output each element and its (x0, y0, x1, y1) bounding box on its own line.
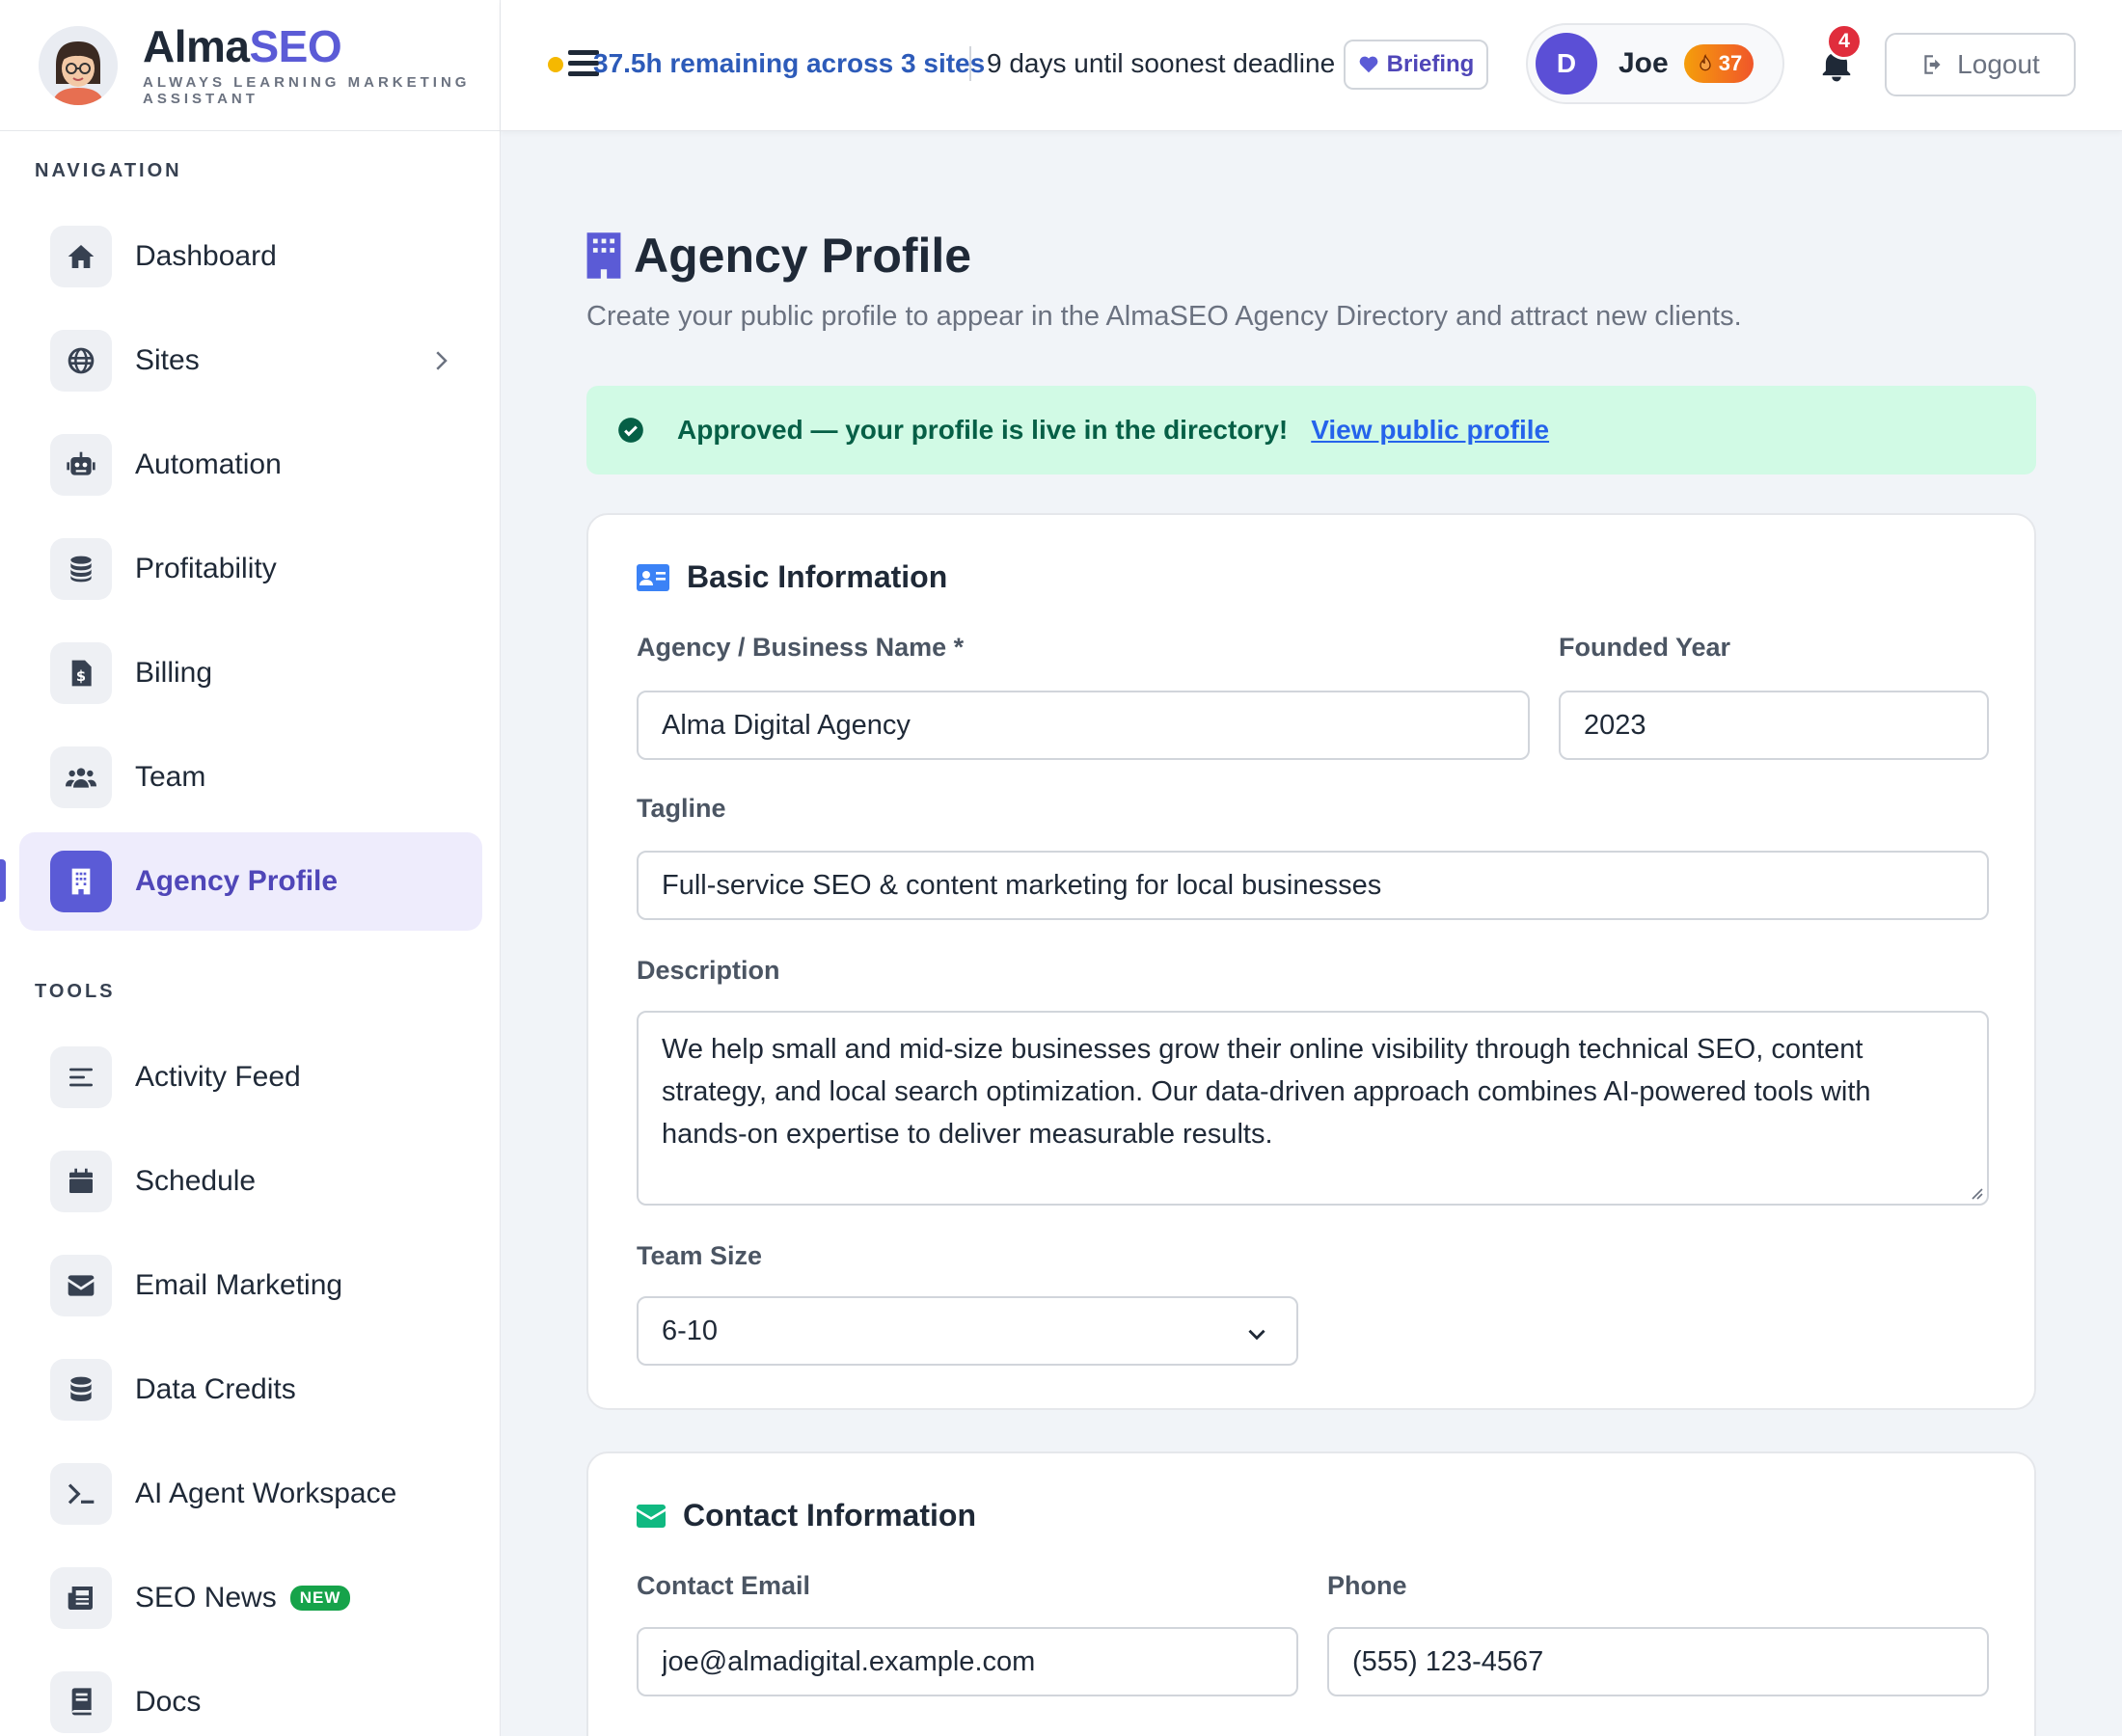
avatar: D (1536, 33, 1597, 95)
tools-section-label: TOOLS (35, 981, 116, 1002)
sidebar-item-label: Activity Feed (135, 1061, 301, 1093)
sidebar-item-label: Agency Profile (135, 865, 339, 897)
view-public-profile-link[interactable]: View public profile (1311, 415, 1549, 446)
new-badge: NEW (289, 1586, 351, 1611)
card-title: Basic Information (637, 559, 947, 595)
resize-handle-icon[interactable] (1968, 1184, 1983, 1200)
brand-tagline: ALWAYS LEARNING MARKETING ASSISTANT (143, 73, 471, 107)
coins-icon (50, 538, 112, 600)
invoice-icon: $ (50, 642, 112, 704)
sidebar-item-label: Automation (135, 448, 282, 480)
team-size-label: Team Size (637, 1241, 763, 1270)
phone-input[interactable] (1327, 1627, 1989, 1696)
envelope-icon (50, 1255, 112, 1316)
heart-pulse-icon (1359, 56, 1378, 73)
sidebar-item-agency-profile[interactable]: Agency Profile (19, 832, 482, 931)
terminal-icon (50, 1463, 112, 1525)
approval-alert: Approved — your profile is live in the d… (586, 386, 2036, 475)
svg-text:$: $ (76, 668, 86, 685)
alert-message: Approved — your profile is live in the d… (677, 415, 1289, 445)
flame-icon (1700, 54, 1711, 71)
sidebar-item-label: Profitability (135, 553, 277, 584)
active-indicator (0, 859, 6, 902)
page-title: Agency Profile (585, 228, 971, 284)
sidebar-item-label: Email Marketing (135, 1269, 343, 1301)
users-icon (50, 746, 112, 808)
tagline-input[interactable] (637, 851, 1989, 920)
logout-button[interactable]: Logout (1885, 33, 2076, 96)
building-icon (50, 851, 112, 912)
tagline-label: Tagline (637, 794, 726, 823)
brand-name: AlmaSEO (143, 20, 342, 71)
brand[interactable]: AlmaSEO ALWAYS LEARNING MARKETING ASSIST… (0, 0, 500, 131)
sidebar-item-label: Data Credits (135, 1373, 296, 1405)
sidebar-item-label: Dashboard (135, 240, 277, 272)
founded-year-input[interactable] (1559, 691, 1989, 760)
sidebar-item-schedule[interactable]: Schedule (19, 1132, 482, 1231)
building-icon (586, 232, 621, 279)
status-dot-icon (548, 57, 563, 72)
contact-email-input[interactable] (637, 1627, 1298, 1696)
id-card-icon (637, 563, 669, 591)
sidebar-item-label: Billing (135, 657, 213, 689)
sidebar-item-email-marketing[interactable]: Email Marketing (19, 1236, 482, 1335)
founded-year-label: Founded Year (1559, 633, 1731, 662)
deadline-text: 9 days until soonest deadline (987, 48, 1336, 78)
sidebar-item-label: AI Agent Workspace (135, 1478, 397, 1509)
sidebar: AlmaSEO ALWAYS LEARNING MARKETING ASSIST… (0, 0, 501, 1736)
chevron-right-icon[interactable] (426, 346, 455, 375)
sidebar-item-activity-feed[interactable]: Activity Feed (19, 1028, 482, 1126)
newspaper-icon (50, 1567, 112, 1629)
notification-count-badge: 4 (1826, 23, 1863, 60)
home-icon (50, 226, 112, 287)
envelope-icon (637, 1504, 666, 1528)
contact-information-card: Contact Information Contact Email Phone (586, 1451, 2036, 1736)
sidebar-item-label: SEO News (135, 1582, 277, 1614)
user-menu[interactable]: D Joe 37 (1526, 23, 1784, 104)
hours-remaining[interactable]: 37.5h remaining across 3 sites (593, 48, 985, 79)
logout-icon (1924, 55, 1941, 74)
sidebar-item-team[interactable]: Team (19, 728, 482, 827)
nav-section-label: NAVIGATION (35, 160, 182, 181)
page-subtitle: Create your public profile to appear in … (586, 301, 1742, 332)
user-name: Joe (1619, 47, 1669, 79)
sidebar-item-automation[interactable]: Automation (19, 416, 482, 514)
check-circle-icon (618, 418, 643, 443)
book-icon (50, 1671, 112, 1733)
sidebar-item-data-credits[interactable]: Data Credits (19, 1341, 482, 1439)
description-label: Description (637, 956, 780, 985)
database-icon (50, 1359, 112, 1421)
sidebar-item-ai-agent-workspace[interactable]: AI Agent Workspace (19, 1445, 482, 1543)
divider (969, 46, 971, 81)
agency-name-input[interactable] (637, 691, 1530, 760)
sidebar-item-docs[interactable]: Docs (19, 1653, 482, 1736)
sidebar-item-label: Schedule (135, 1165, 257, 1197)
sidebar-item-sites[interactable]: Sites (19, 312, 482, 410)
globe-icon (50, 330, 112, 392)
basic-information-card: Basic Information Agency / Business Name… (586, 513, 2036, 1410)
briefing-button[interactable]: Briefing (1344, 40, 1488, 90)
contact-email-label: Contact Email (637, 1571, 811, 1600)
list-icon (50, 1046, 112, 1108)
sidebar-item-billing[interactable]: $ Billing (19, 624, 482, 722)
top-bar: 37.5h remaining across 3 sites 9 days un… (501, 0, 2122, 131)
team-size-select[interactable]: 6-10 (637, 1296, 1298, 1366)
assistant-avatar-icon (39, 25, 118, 105)
sidebar-item-profitability[interactable]: Profitability (19, 520, 482, 618)
calendar-icon (50, 1151, 112, 1212)
chevron-down-icon (1248, 1329, 1265, 1341)
phone-label: Phone (1327, 1571, 1407, 1600)
agency-name-label: Agency / Business Name * (637, 633, 965, 662)
description-textarea[interactable]: We help small and mid-size businesses gr… (637, 1011, 1989, 1206)
sidebar-item-label: Team (135, 761, 206, 793)
sidebar-item-label: Sites (135, 344, 200, 376)
sidebar-item-seo-news[interactable]: SEO News NEW (19, 1549, 482, 1647)
sidebar-item-dashboard[interactable]: Dashboard (19, 207, 482, 306)
robot-icon (50, 434, 112, 496)
sidebar-item-label: Docs (135, 1686, 202, 1718)
card-title: Contact Information (637, 1498, 976, 1533)
streak-badge: 37 (1683, 44, 1755, 83)
